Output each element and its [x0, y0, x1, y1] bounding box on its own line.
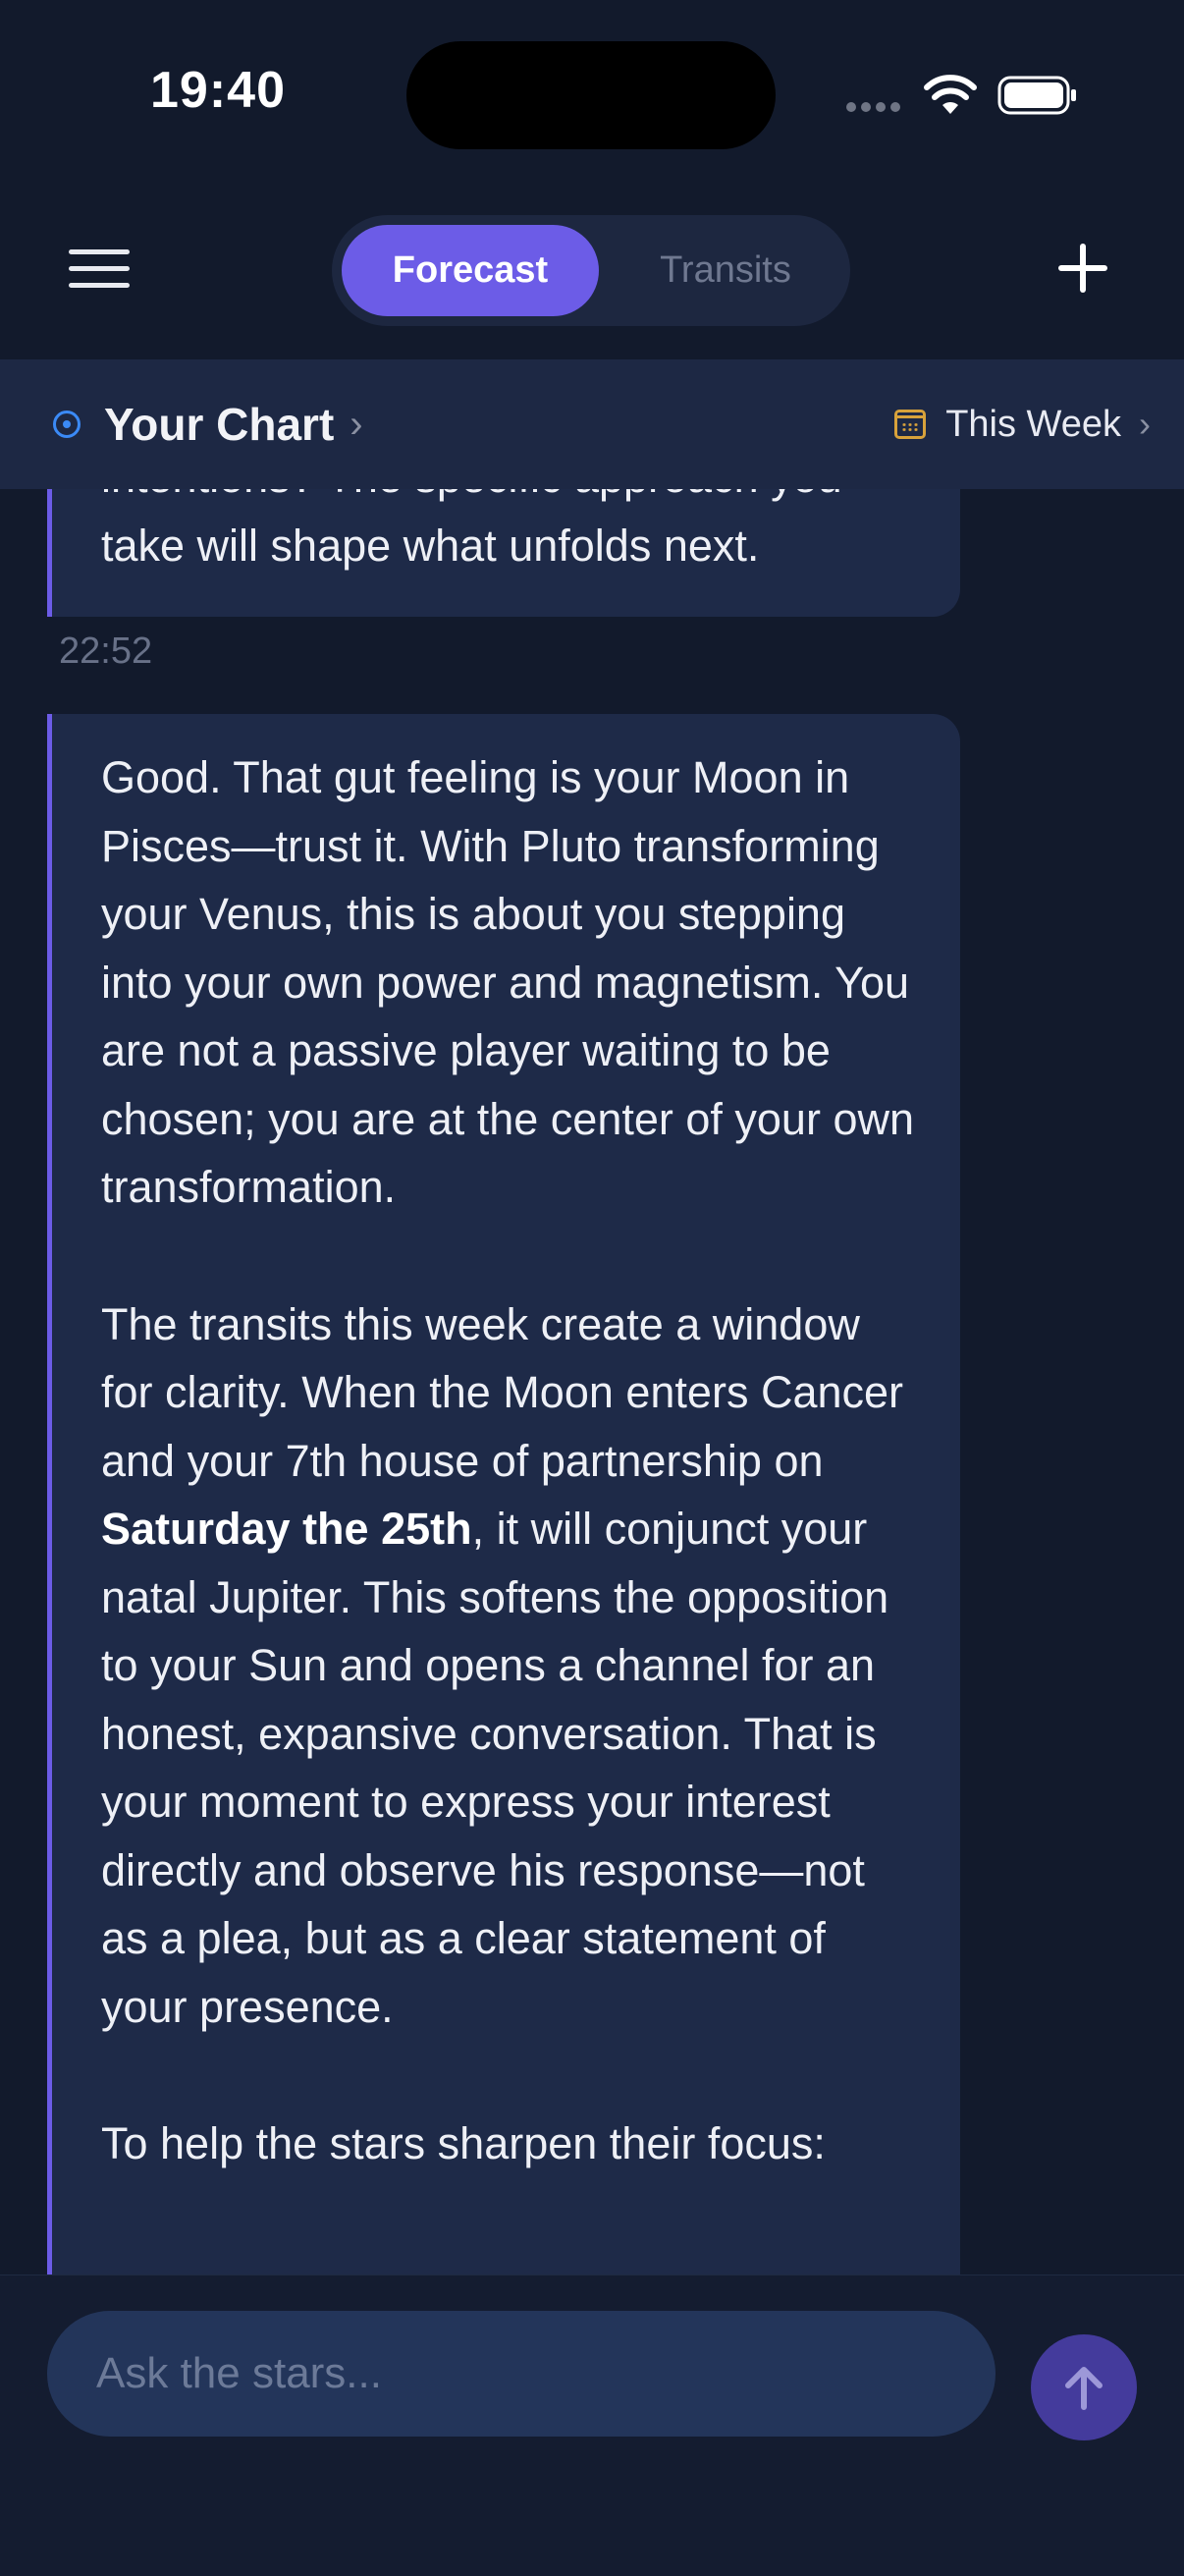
view-switcher: Forecast Transits: [332, 215, 850, 326]
message-paragraph: The transits this week create a window f…: [101, 1298, 904, 2032]
calendar-icon: [894, 410, 927, 439]
tab-transits[interactable]: Transits: [613, 225, 838, 316]
ask-input[interactable]: Ask the stars...: [47, 2311, 996, 2437]
context-bar: Your Chart › This Week ›: [0, 359, 1184, 489]
target-icon: [53, 411, 81, 438]
wifi-icon: [924, 75, 977, 114]
status-time: 19:40: [150, 62, 286, 119]
arrow-up-icon: [1065, 2367, 1103, 2410]
period-label: This Week: [945, 403, 1121, 445]
message-timestamp: 22:52: [59, 630, 153, 672]
chevron-right-icon: ›: [1139, 404, 1151, 444]
highlighted-date: Saturday the 25th: [101, 1504, 472, 1554]
message-line: take will shape what unfolds next.: [101, 520, 760, 571]
period-selector[interactable]: This Week ›: [894, 359, 1151, 489]
message-paragraph: Good. That gut feeling is your Moon in P…: [101, 752, 914, 1212]
chart-label: Your Chart: [104, 399, 335, 450]
chevron-right-icon: ›: [350, 402, 363, 446]
plus-icon[interactable]: [1058, 244, 1107, 293]
composer-bar: Ask the stars...: [0, 2275, 1184, 2576]
cellular-signal-icon: [846, 102, 900, 112]
send-button[interactable]: [1031, 2334, 1137, 2440]
chat-thread[interactable]: intentions? The specific approach you ta…: [0, 489, 1184, 2275]
message-line: intentions? The specific approach you: [101, 489, 921, 512]
assistant-message: intentions? The specific approach you ta…: [47, 489, 960, 617]
your-chart-button[interactable]: Your Chart ›: [53, 359, 363, 489]
tab-forecast[interactable]: Forecast: [342, 225, 599, 316]
dynamic-island: [406, 41, 776, 149]
message-paragraph: To help the stars sharpen their focus:: [101, 2118, 826, 2168]
battery-icon: [997, 76, 1076, 115]
menu-icon[interactable]: [69, 249, 130, 289]
status-bar: 19:40: [0, 0, 1184, 196]
assistant-message: Good. That gut feeling is your Moon in P…: [47, 714, 960, 2275]
